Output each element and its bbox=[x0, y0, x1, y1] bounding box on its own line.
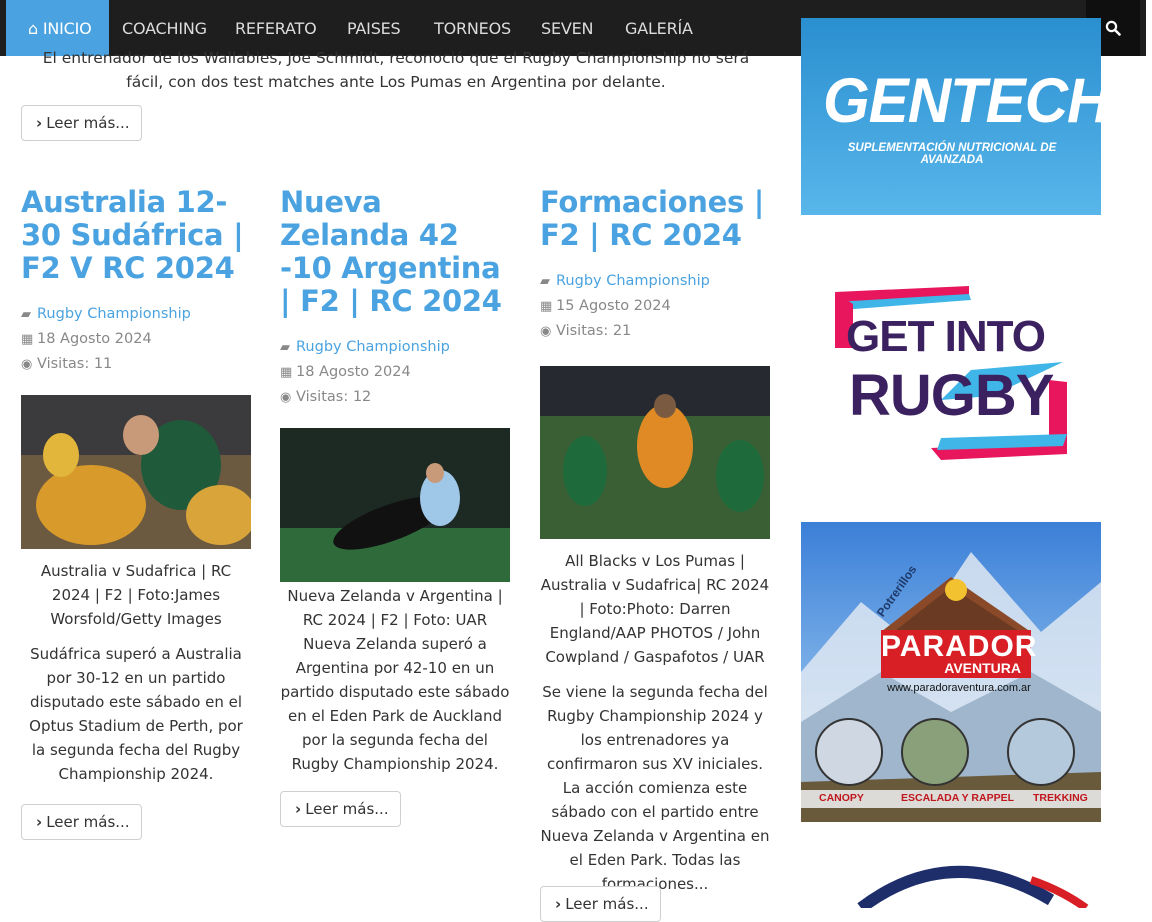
date-text: 18 Agosto 2024 bbox=[296, 364, 411, 380]
article-photo[interactable] bbox=[280, 428, 510, 582]
read-more-label: Leer más... bbox=[565, 895, 649, 913]
article-photo[interactable] bbox=[21, 395, 251, 549]
parador-brand: PARADOR bbox=[881, 630, 1038, 663]
article-date: ▦ 15 Agosto 2024 bbox=[540, 294, 770, 319]
gentech-tagline: SUPLEMENTACIÓN NUTRICIONAL DE AVANZADA bbox=[847, 142, 1057, 166]
parador-aventura-ad[interactable]: Potrerillos PARADOR AVENTURA www.parador… bbox=[801, 522, 1101, 822]
photo-caption: All Blacks v Los Pumas | Australia v Sud… bbox=[540, 552, 770, 666]
activity-canopy: CANOPY bbox=[819, 792, 864, 804]
visits-text: Visitas: 21 bbox=[556, 323, 632, 339]
activity-trekking: TREKKING bbox=[1033, 792, 1088, 804]
article-visits: ◉ Visitas: 11 bbox=[21, 352, 251, 377]
gentech-logo: GENTECH bbox=[823, 65, 1101, 136]
folder-icon: ▰ bbox=[540, 274, 550, 289]
article-title[interactable]: Australia 12-30 Sudáfrica | F2 V RC 2024 bbox=[21, 186, 251, 285]
article-title[interactable]: Formaciones | F2 | RC 2024 bbox=[540, 186, 770, 252]
read-more-button[interactable]: › Leer más... bbox=[21, 804, 142, 840]
eye-icon: ◉ bbox=[280, 390, 292, 405]
photo-caption: Nueva Zelanda v Argentina | RC 2024 | F2… bbox=[287, 587, 503, 629]
photo-caption: Australia v Sudafrica | RC 2024 | F2 | F… bbox=[40, 562, 232, 628]
category-link[interactable]: Rugby Championship bbox=[296, 339, 450, 355]
calendar-icon: ▦ bbox=[280, 365, 293, 380]
top-article-excerpt: El entrenador de los Wallabies, Joe Schm… bbox=[42, 49, 750, 91]
article-title[interactable]: Nueva Zelanda 42 -10 Argentina | F2 | RC… bbox=[280, 186, 510, 318]
home-icon: ⌂ bbox=[28, 19, 38, 38]
folder-icon: ▰ bbox=[280, 340, 290, 355]
article-visits: ◉ Visitas: 21 bbox=[540, 319, 770, 344]
parador-url: www.paradoraventura.com.ar bbox=[887, 682, 1031, 694]
rugby-text: RUGBY bbox=[849, 363, 1054, 428]
calendar-icon: ▦ bbox=[540, 299, 553, 314]
chevron-right-icon: › bbox=[36, 114, 43, 132]
article-date: ▦ 18 Agosto 2024 bbox=[280, 360, 510, 385]
article-intro: Se viene la segunda fecha del Rugby Cham… bbox=[540, 683, 770, 893]
partial-ad-logo[interactable] bbox=[801, 850, 1101, 908]
calendar-icon: ▦ bbox=[21, 332, 34, 347]
article-category: ▰ Rugby Championship bbox=[280, 335, 510, 360]
read-more-button[interactable]: › Leer más... bbox=[280, 791, 401, 827]
read-more-label: Leer más... bbox=[305, 800, 389, 818]
article-category: ▰ Rugby Championship bbox=[21, 302, 251, 327]
article-card: Australia 12-30 Sudáfrica | F2 V RC 2024… bbox=[21, 186, 251, 786]
read-more-label: Leer más... bbox=[46, 114, 130, 132]
article-date: ▦ 18 Agosto 2024 bbox=[21, 327, 251, 352]
folder-icon: ▰ bbox=[21, 307, 31, 322]
article-intro: Sudáfrica superó a Australia por 30-12 e… bbox=[29, 645, 243, 783]
read-more-label: Leer más... bbox=[46, 813, 130, 831]
parador-sub: AVENTURA bbox=[944, 660, 1021, 676]
chevron-right-icon: › bbox=[295, 800, 302, 818]
article-card: Formaciones | F2 | RC 2024 ▰ Rugby Champi… bbox=[540, 186, 770, 896]
eye-icon: ◉ bbox=[540, 324, 552, 339]
category-link[interactable]: Rugby Championship bbox=[556, 273, 710, 289]
article-photo[interactable] bbox=[540, 366, 770, 539]
date-text: 18 Agosto 2024 bbox=[37, 331, 152, 347]
search-icon bbox=[1105, 20, 1121, 36]
article-visits: ◉ Visitas: 12 bbox=[280, 385, 510, 410]
read-more-button[interactable]: › Leer más... bbox=[21, 105, 142, 141]
chevron-right-icon: › bbox=[36, 813, 43, 831]
chevron-right-icon: › bbox=[555, 895, 562, 913]
article-intro: Nueva Zelanda superó a Argentina por 42-… bbox=[280, 635, 510, 773]
get-into-rugby-ad[interactable]: GET INTO RUGBY bbox=[801, 270, 1101, 465]
get-into-text: GET INTO bbox=[846, 312, 1046, 361]
category-link[interactable]: Rugby Championship bbox=[37, 306, 191, 322]
date-text: 15 Agosto 2024 bbox=[556, 298, 671, 314]
article-category: ▰ Rugby Championship bbox=[540, 269, 770, 294]
gentech-ad[interactable]: GENTECH SUPLEMENTACIÓN NUTRICIONAL DE AV… bbox=[801, 18, 1101, 215]
visits-text: Visitas: 12 bbox=[296, 389, 372, 405]
nav-item-label: INICIO bbox=[42, 19, 92, 38]
article-card: Nueva Zelanda 42 -10 Argentina | F2 | RC… bbox=[280, 186, 510, 776]
eye-icon: ◉ bbox=[21, 357, 33, 372]
activity-escalada: ESCALADA Y RAPPEL bbox=[901, 792, 1014, 804]
read-more-button[interactable]: › Leer más... bbox=[540, 886, 661, 922]
visits-text: Visitas: 11 bbox=[37, 356, 113, 372]
